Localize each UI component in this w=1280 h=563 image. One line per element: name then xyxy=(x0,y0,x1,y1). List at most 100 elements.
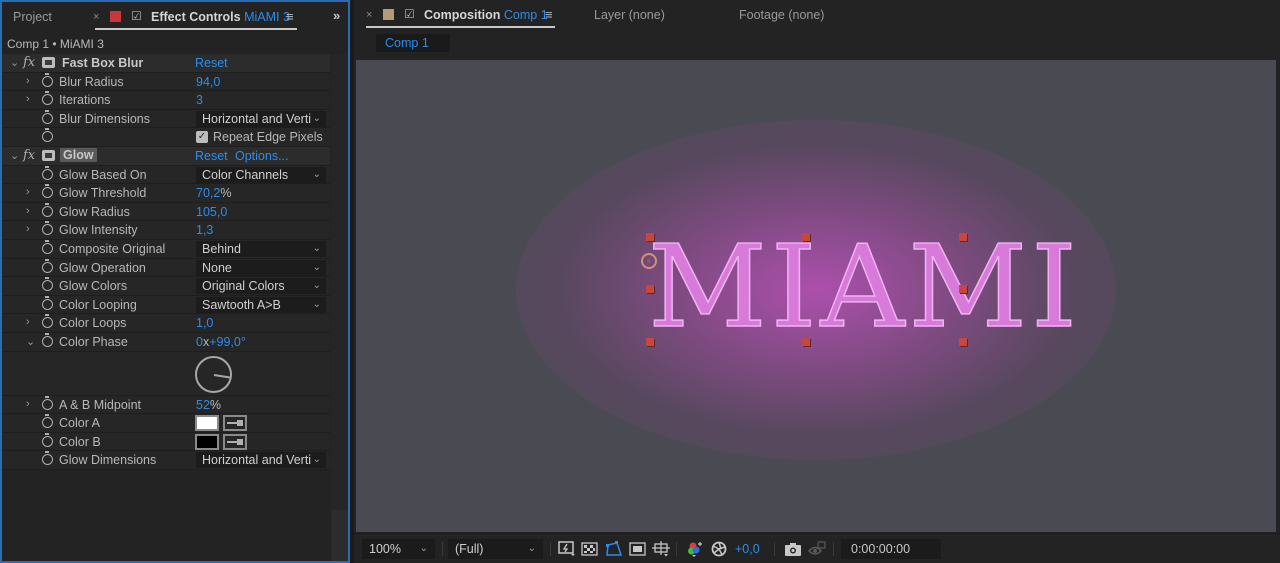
stopwatch-icon[interactable] xyxy=(42,414,53,429)
composition-viewer[interactable]: MIAMI xyxy=(356,60,1276,532)
anchor-point-icon[interactable] xyxy=(641,253,657,269)
resolution-dropdown[interactable]: (Full) ⌄ xyxy=(448,539,543,559)
color-looping-dropdown[interactable]: Sawtooth A>B ⌄ xyxy=(196,296,326,313)
stopwatch-icon[interactable] xyxy=(42,165,53,180)
stopwatch-icon[interactable] xyxy=(42,72,53,87)
composite-original-dropdown[interactable]: Behind ⌄ xyxy=(196,240,326,257)
property-value[interactable]: 70,2% xyxy=(196,186,231,200)
property-value[interactable]: 1,3 xyxy=(196,223,213,237)
comp-flowchart-tab[interactable]: Comp 1 xyxy=(376,34,450,52)
twirl-open-icon[interactable]: ⌄ xyxy=(10,149,19,162)
transform-handle[interactable] xyxy=(959,285,967,293)
transform-handle[interactable] xyxy=(646,285,654,293)
repeat-edge-checkbox[interactable]: ✓ xyxy=(196,131,208,144)
show-snapshot-icon[interactable] xyxy=(808,541,826,557)
exposure-value[interactable]: +0,0 xyxy=(735,542,760,556)
fx-toggle-icon[interactable]: fx xyxy=(23,55,35,70)
panel-menu-icon[interactable]: ≡ xyxy=(545,7,553,22)
stopwatch-icon[interactable] xyxy=(42,314,53,329)
stopwatch-icon[interactable] xyxy=(42,184,53,199)
value-unit: % xyxy=(209,397,222,412)
transform-handle[interactable] xyxy=(959,338,967,346)
twirl-closed-icon[interactable]: › xyxy=(26,223,30,235)
transform-handle[interactable] xyxy=(959,233,967,241)
tab-project[interactable]: Project xyxy=(13,10,52,24)
lock-icon[interactable]: ☑ xyxy=(131,9,142,23)
stopwatch-icon[interactable] xyxy=(42,451,53,466)
stopwatch-icon[interactable] xyxy=(42,128,53,143)
reset-exposure-icon[interactable] xyxy=(711,541,729,557)
color-b-swatch[interactable] xyxy=(195,433,219,450)
region-of-interest-icon[interactable] xyxy=(629,541,647,557)
property-value[interactable]: 52% xyxy=(196,398,221,412)
tab-composition[interactable]: Composition Comp 1 xyxy=(424,8,548,22)
reset-button[interactable]: Reset xyxy=(195,149,228,163)
stopwatch-icon[interactable] xyxy=(42,332,53,347)
twirl-closed-icon[interactable]: › xyxy=(26,316,30,328)
options-button[interactable]: Options... xyxy=(235,149,289,163)
current-time-display[interactable]: 0:00:00:00 xyxy=(841,539,941,559)
tab-footage[interactable]: Footage (none) xyxy=(739,8,824,22)
tab-layer[interactable]: Layer (none) xyxy=(594,8,665,22)
stopwatch-icon[interactable] xyxy=(42,221,53,236)
property-row-glow-radius: › Glow Radius 105,0 xyxy=(2,202,330,222)
fx-toggle-icon[interactable]: fx xyxy=(23,148,35,163)
transform-handle[interactable] xyxy=(802,338,810,346)
close-icon[interactable]: × xyxy=(366,9,372,21)
vertical-scrollbar[interactable] xyxy=(331,54,348,510)
stopwatch-icon[interactable] xyxy=(42,91,53,106)
active-tab-indicator xyxy=(95,28,297,30)
twirl-closed-icon[interactable]: › xyxy=(26,93,30,105)
twirl-closed-icon[interactable]: › xyxy=(26,398,30,410)
twirl-open-icon[interactable]: ⌄ xyxy=(26,335,35,348)
fast-previews-icon[interactable] xyxy=(558,541,576,557)
canvas-text-layer[interactable]: MIAMI xyxy=(647,230,1081,345)
glow-dimensions-dropdown[interactable]: Horizontal and Verti ⌄ xyxy=(196,452,326,469)
reset-button[interactable]: Reset xyxy=(195,56,228,70)
glow-colors-dropdown[interactable]: Original Colors ⌄ xyxy=(196,278,326,295)
stopwatch-icon[interactable] xyxy=(42,202,53,217)
label-color-swatch[interactable] xyxy=(110,11,121,22)
angle-dial[interactable] xyxy=(195,355,232,393)
glow-operation-dropdown[interactable]: None ⌄ xyxy=(196,259,326,276)
stopwatch-icon[interactable] xyxy=(42,109,53,124)
effect-header-fast-box-blur[interactable]: ⌄ fx Fast Box Blur Reset xyxy=(2,54,330,73)
label-color-swatch[interactable] xyxy=(383,9,394,20)
lock-icon[interactable]: ☑ xyxy=(404,7,415,21)
transform-handle[interactable] xyxy=(646,338,654,346)
stopwatch-icon[interactable] xyxy=(42,295,53,310)
property-value[interactable]: 1,0 xyxy=(196,316,213,330)
transform-handle[interactable] xyxy=(802,233,810,241)
stopwatch-icon[interactable] xyxy=(42,258,53,273)
stopwatch-icon[interactable] xyxy=(42,239,53,254)
eyedropper-icon[interactable] xyxy=(223,433,247,450)
property-value[interactable]: 94,0 xyxy=(196,75,220,89)
stopwatch-icon[interactable] xyxy=(42,277,53,292)
stopwatch-icon[interactable] xyxy=(42,395,53,410)
chevrons-icon[interactable]: » xyxy=(333,8,340,23)
property-value[interactable]: 105,0 xyxy=(196,205,227,219)
transform-handle[interactable] xyxy=(646,233,654,241)
close-icon[interactable]: × xyxy=(93,11,99,23)
magnification-dropdown[interactable]: 100% ⌄ xyxy=(362,539,435,559)
snapshot-camera-icon[interactable] xyxy=(784,541,802,557)
twirl-open-icon[interactable]: ⌄ xyxy=(10,56,19,69)
twirl-closed-icon[interactable]: › xyxy=(26,205,30,217)
mask-visibility-icon[interactable] xyxy=(605,541,623,557)
effect-header-glow[interactable]: ⌄ fx Glow Reset Options... xyxy=(2,146,330,166)
show-channel-icon[interactable] xyxy=(687,541,705,557)
glow-based-on-dropdown[interactable]: Color Channels ⌄ xyxy=(196,166,326,183)
property-label: Composite Original xyxy=(59,241,166,256)
twirl-closed-icon[interactable]: › xyxy=(26,186,30,198)
panel-menu-icon[interactable]: ≡ xyxy=(286,9,294,24)
tab-effect-controls[interactable]: Effect Controls MiAMI 3 xyxy=(151,10,290,24)
transparency-grid-icon[interactable] xyxy=(581,541,599,557)
eyedropper-icon[interactable] xyxy=(223,415,247,432)
property-value[interactable]: 3 xyxy=(196,93,203,107)
twirl-closed-icon[interactable]: › xyxy=(26,75,30,87)
stopwatch-icon[interactable] xyxy=(42,432,53,447)
grid-guides-icon[interactable] xyxy=(652,541,670,557)
blur-dimensions-dropdown[interactable]: Horizontal and Verti ⌄ xyxy=(196,110,326,127)
property-value[interactable]: 0x+99,0° xyxy=(196,335,246,349)
color-a-swatch[interactable] xyxy=(195,415,219,432)
